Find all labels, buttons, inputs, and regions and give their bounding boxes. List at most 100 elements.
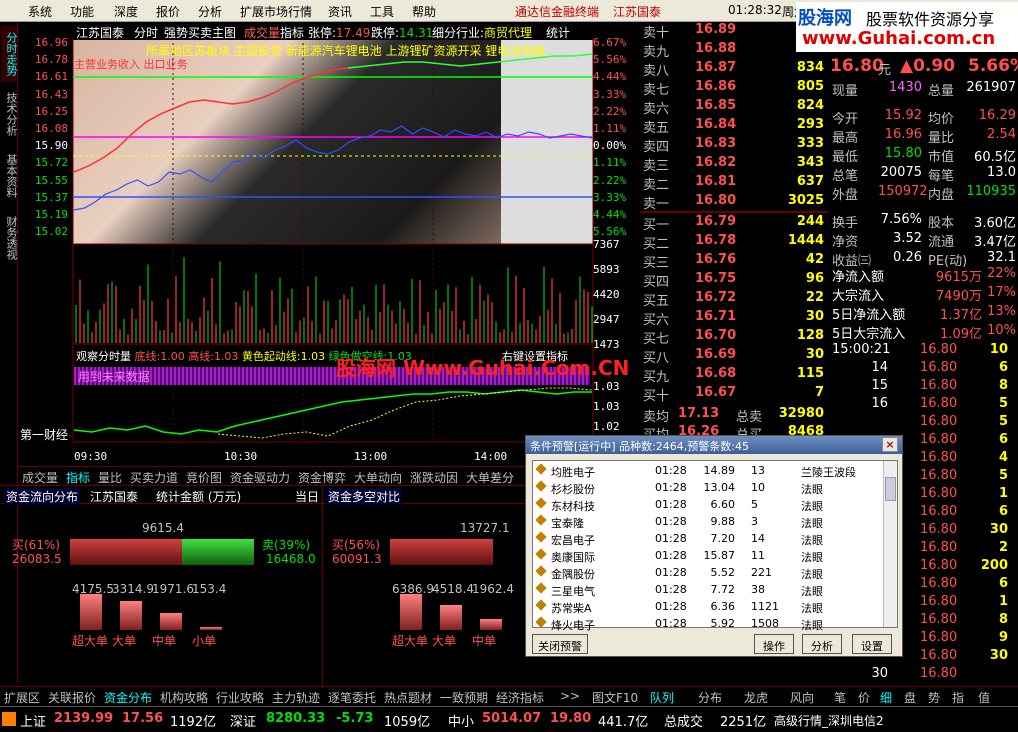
bottom-tab[interactable]: 图文F10 xyxy=(592,689,638,706)
tab-big-order[interactable]: 大单动向 xyxy=(354,469,402,486)
buy-level[interactable]: 买四 16.75 96 xyxy=(640,271,828,290)
alert-row[interactable]: 东材科技 01:28 6.60 5 法眼 xyxy=(533,497,881,513)
bottom-tab[interactable]: 盘 xyxy=(904,689,916,706)
buy-level[interactable]: 买三 16.76 42 xyxy=(640,252,828,271)
sell-level[interactable]: 卖五 16.84 293 xyxy=(640,117,828,136)
flow-bar-value: 4518.4 xyxy=(432,582,474,596)
alert-row[interactable]: 烽火电子 01:28 5.92 1508 法眼 xyxy=(533,616,881,632)
server-name[interactable]: 高级行情_深圳电信2 xyxy=(774,712,884,729)
bottom-tab[interactable]: 龙虎 xyxy=(744,689,768,706)
bottom-tab[interactable]: 关联报价 xyxy=(48,689,96,706)
analyze-button[interactable]: 分析 xyxy=(802,634,842,654)
sell-level[interactable]: 卖二 16.81 637 xyxy=(640,174,828,193)
alert-row[interactable]: 宝泰隆 01:28 9.88 3 法眼 xyxy=(533,514,881,530)
alert-row[interactable]: 三星电气 01:28 7.72 38 法眼 xyxy=(533,582,881,598)
buy-level[interactable]: 买七 16.70 128 xyxy=(640,328,828,347)
menu-tools[interactable]: 工具 xyxy=(370,3,394,20)
bottom-tab[interactable]: 热点题材 xyxy=(384,689,432,706)
volume-tab[interactable]: 成交量 xyxy=(244,24,280,41)
tab-fundamentals[interactable]: 基本资料 xyxy=(1,148,18,204)
bottom-tab[interactable]: 资金分布 xyxy=(104,689,152,706)
tab-auction[interactable]: 竞价图 xyxy=(186,469,222,486)
alert-row[interactable]: 宏昌电子 01:28 7.20 14 法眼 xyxy=(533,531,881,547)
buy-level[interactable]: 买一 16.79 244 xyxy=(640,214,828,233)
operate-button[interactable]: 操作 xyxy=(754,634,794,654)
alert-row[interactable]: 苏常柴A 01:28 6.36 1121 法眼 xyxy=(533,599,881,615)
alert-row[interactable]: 均胜电子 01:28 14.89 13 兰陵王波段 xyxy=(533,463,881,479)
sell-level[interactable]: 卖一 16.80 3025 xyxy=(640,193,828,212)
alert-row[interactable]: 金隅股份 01:28 5.52 221 法眼 xyxy=(533,565,881,581)
alert-dialog[interactable]: 条件预警[运行中] 品种数:2464,预警条数:45 × 均胜电子 01:28 14… xyxy=(525,435,903,657)
sell-level[interactable]: 卖四 16.83 333 xyxy=(640,136,828,155)
menu-news[interactable]: 资讯 xyxy=(328,3,352,20)
bottom-tab[interactable]: 风向 xyxy=(790,689,814,706)
sell-level[interactable]: 卖七 16.86 805 xyxy=(640,79,828,98)
sell-level[interactable]: 卖八 16.87 834 xyxy=(640,60,828,79)
menu-quote[interactable]: 报价 xyxy=(156,3,180,20)
tab-indicator[interactable]: 指标 xyxy=(66,469,90,486)
bottom-tab[interactable]: 笔 xyxy=(834,689,846,706)
bottom-tab[interactable]: 细 xyxy=(880,689,892,706)
bottom-tab[interactable]: 指 xyxy=(952,689,964,706)
buy-level[interactable]: 买六 16.71 30 xyxy=(640,309,828,328)
main-indicator[interactable]: 强势买卖主图 xyxy=(164,24,236,41)
menu-depth[interactable]: 深度 xyxy=(114,3,138,20)
tab-big-order-diff[interactable]: 大单差分 xyxy=(466,469,514,486)
indicator-tab[interactable]: 指标 xyxy=(280,24,304,41)
tab-financial[interactable]: 财务透视 xyxy=(1,210,18,266)
buy-level-price: 16.75 xyxy=(695,271,737,286)
bottom-tab[interactable]: 行业攻略 xyxy=(216,689,264,706)
tab-buy-sell-force[interactable]: 买卖力道 xyxy=(130,469,178,486)
bottom-tab[interactable]: 扩展区 xyxy=(4,689,40,706)
bottom-tab[interactable]: 值 xyxy=(978,689,990,706)
menu-help[interactable]: 帮助 xyxy=(412,3,436,20)
tab-fenshi[interactable]: 分时 xyxy=(134,24,158,41)
menu-system[interactable]: 系统 xyxy=(28,3,52,20)
tab-intraday[interactable]: 分时走势 xyxy=(1,26,18,82)
sub-tick: 1.03 xyxy=(593,400,620,413)
tab-volume[interactable]: 成交量 xyxy=(22,469,58,486)
tab-capital-drive[interactable]: 资金驱动力 xyxy=(230,469,290,486)
intraday-chart[interactable]: 江苏国泰 分时 强势买卖主图 成交量 指标 张停:17.49 跌停:14.31 … xyxy=(18,22,640,473)
tab-drivers[interactable]: 涨跌动因 xyxy=(410,469,458,486)
sell-level[interactable]: 卖六 16.85 824 xyxy=(640,98,828,117)
price-tick: 16.96 xyxy=(34,36,68,49)
bottom-tab[interactable]: 一致预期 xyxy=(440,689,488,706)
alert-row[interactable]: 奥康国际 01:28 15.87 11 法眼 xyxy=(533,548,881,564)
buy-level[interactable]: 买十 16.67 7 xyxy=(640,385,828,404)
sell-level[interactable]: 卖九 16.88 xyxy=(640,41,828,60)
buy-level-price: 16.78 xyxy=(695,233,737,248)
alert-list[interactable]: 均胜电子 01:28 14.89 13 兰陵王波段 杉杉股份 01:28 13.04 10 法眼东… xyxy=(532,460,898,632)
buy-level[interactable]: 买八 16.69 30 xyxy=(640,347,828,366)
bottom-tab[interactable]: 经济指标 xyxy=(496,689,544,706)
bottom-tab[interactable]: 分布 xyxy=(698,689,722,706)
tab-volume-ratio[interactable]: 量比 xyxy=(98,469,122,486)
bottom-tab[interactable]: >> xyxy=(560,689,580,703)
alert-row[interactable]: 杉杉股份 01:28 13.04 10 法眼 xyxy=(533,480,881,496)
buy-level[interactable]: 买五 16.72 22 xyxy=(640,290,828,309)
menu-function[interactable]: 功能 xyxy=(70,3,94,20)
tab-capital-game[interactable]: 资金博弈 xyxy=(298,469,346,486)
bottom-tab[interactable]: 机构攻略 xyxy=(160,689,208,706)
bottom-tab[interactable]: 势 xyxy=(928,689,940,706)
bottom-tab[interactable]: 主力轨迹 xyxy=(272,689,320,706)
bottom-tab[interactable]: 逐笔委托 xyxy=(328,689,376,706)
alert-title-bar[interactable]: 条件预警[运行中] 品种数:2464,预警条数:45 × xyxy=(526,436,902,454)
sell-level[interactable]: 卖三 16.82 343 xyxy=(640,155,828,174)
menu-analysis[interactable]: 分析 xyxy=(198,3,222,20)
close-alert-button[interactable]: 关闭预警 xyxy=(532,634,588,654)
tab-technical[interactable]: 技术分析 xyxy=(1,86,18,142)
alert-scrollbar[interactable] xyxy=(883,461,897,627)
bottom-tab[interactable]: 队列 xyxy=(650,689,674,706)
stat-button[interactable]: 统计 xyxy=(546,24,570,41)
buy-level[interactable]: 买九 16.68 115 xyxy=(640,366,828,385)
buy-level-volume: 7 xyxy=(814,385,824,400)
tick-price: 16.80 xyxy=(920,504,958,519)
close-icon[interactable]: × xyxy=(882,437,898,452)
capital-flow-day[interactable]: 当日 xyxy=(295,488,319,505)
settings-button[interactable]: 设置 xyxy=(852,634,892,654)
buy-level[interactable]: 买二 16.78 1444 xyxy=(640,233,828,252)
bottom-tab[interactable]: 价 xyxy=(858,689,870,706)
menu-extended-market[interactable]: 扩展市场行情 xyxy=(240,3,312,20)
sell-level[interactable]: 卖十 16.89 xyxy=(640,22,828,41)
